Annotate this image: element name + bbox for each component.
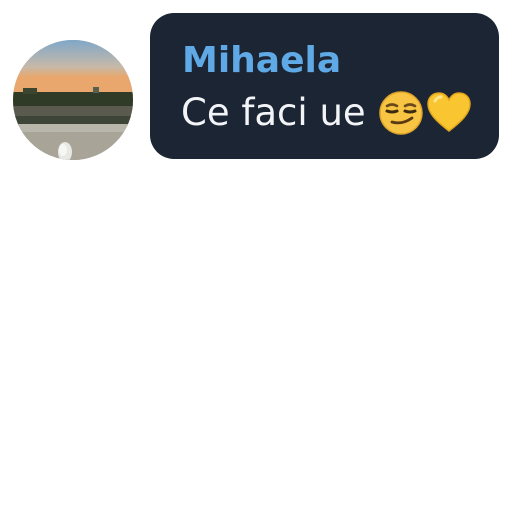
smirking-face-emoji-icon <box>378 90 424 136</box>
message-text: Ce faci ue <box>181 91 366 134</box>
avatar-photo <box>13 40 133 160</box>
sender-name[interactable]: Mihaela <box>182 39 341 83</box>
chat-screen: Mihaela Ce faci ue <box>0 0 512 512</box>
yellow-heart-emoji-icon <box>426 90 472 136</box>
message-bubble[interactable]: Mihaela Ce faci ue <box>150 13 499 159</box>
message-text-row: Ce faci ue <box>181 89 472 137</box>
avatar[interactable] <box>13 40 133 160</box>
